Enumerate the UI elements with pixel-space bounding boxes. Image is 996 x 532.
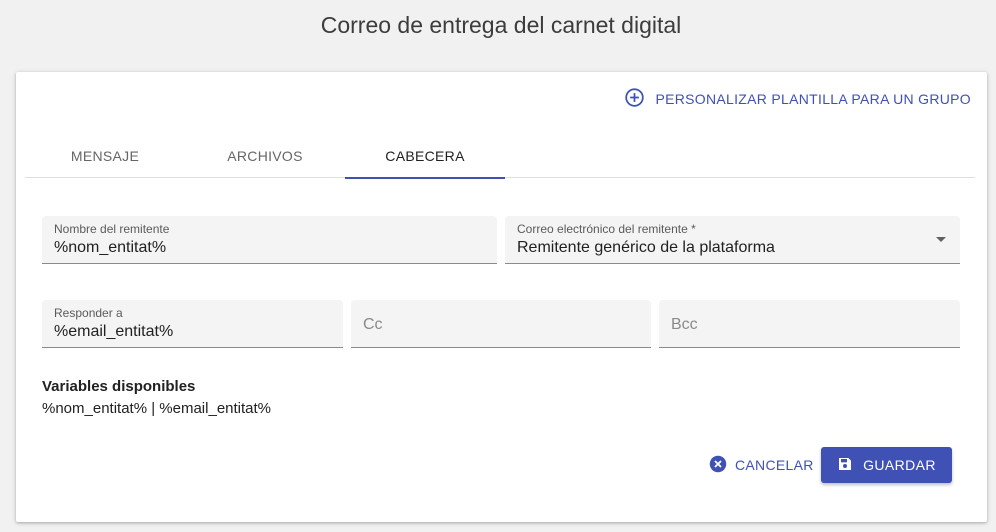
cancel-circle-icon: [709, 455, 727, 476]
add-circle-outline-icon: [624, 87, 645, 111]
sender-email-value: Remitente genérico de la plataforma: [517, 239, 775, 256]
bcc-field[interactable]: Bcc: [659, 300, 960, 348]
cc-field[interactable]: Cc: [351, 300, 651, 348]
sender-email-label: Correo electrónico del remitente *: [517, 222, 696, 236]
save-label: GUARDAR: [863, 457, 936, 473]
cc-placeholder: Cc: [363, 316, 383, 333]
tab-cabecera[interactable]: CABECERA: [345, 140, 505, 179]
reply-to-field[interactable]: Responder a %email_entitat%: [42, 300, 343, 348]
tab-archivos[interactable]: ARCHIVOS: [185, 140, 345, 178]
sender-name-value: %nom_entitat%: [54, 239, 167, 256]
reply-to-value: %email_entitat%: [54, 323, 174, 340]
sender-name-label: Nombre del remitente: [54, 222, 170, 236]
tab-bar: MENSAJE ARCHIVOS CABECERA: [25, 140, 975, 179]
save-floppy-icon: [837, 456, 853, 475]
variables-title: Variables disponibles: [42, 378, 196, 395]
template-card: PERSONALIZAR PLANTILLA PARA UN GRUPO MEN…: [16, 72, 987, 522]
variables-list: %nom_entitat% | %email_entitat%: [42, 400, 272, 417]
dropdown-arrow-icon: [936, 237, 946, 242]
customize-template-button[interactable]: PERSONALIZAR PLANTILLA PARA UN GRUPO: [624, 88, 971, 110]
page-title: Correo de entrega del carnet digital: [320, 12, 682, 38]
customize-template-label: PERSONALIZAR PLANTILLA PARA UN GRUPO: [655, 91, 971, 107]
cancel-button[interactable]: CANCELAR: [709, 454, 814, 476]
tab-mensaje[interactable]: MENSAJE: [25, 140, 185, 178]
cancel-label: CANCELAR: [735, 457, 814, 473]
sender-name-field[interactable]: Nombre del remitente %nom_entitat%: [42, 216, 497, 264]
bcc-placeholder: Bcc: [671, 316, 698, 333]
sender-email-select[interactable]: Correo electrónico del remitente * Remit…: [505, 216, 960, 264]
save-button[interactable]: GUARDAR: [821, 447, 952, 483]
reply-to-label: Responder a: [54, 306, 123, 320]
